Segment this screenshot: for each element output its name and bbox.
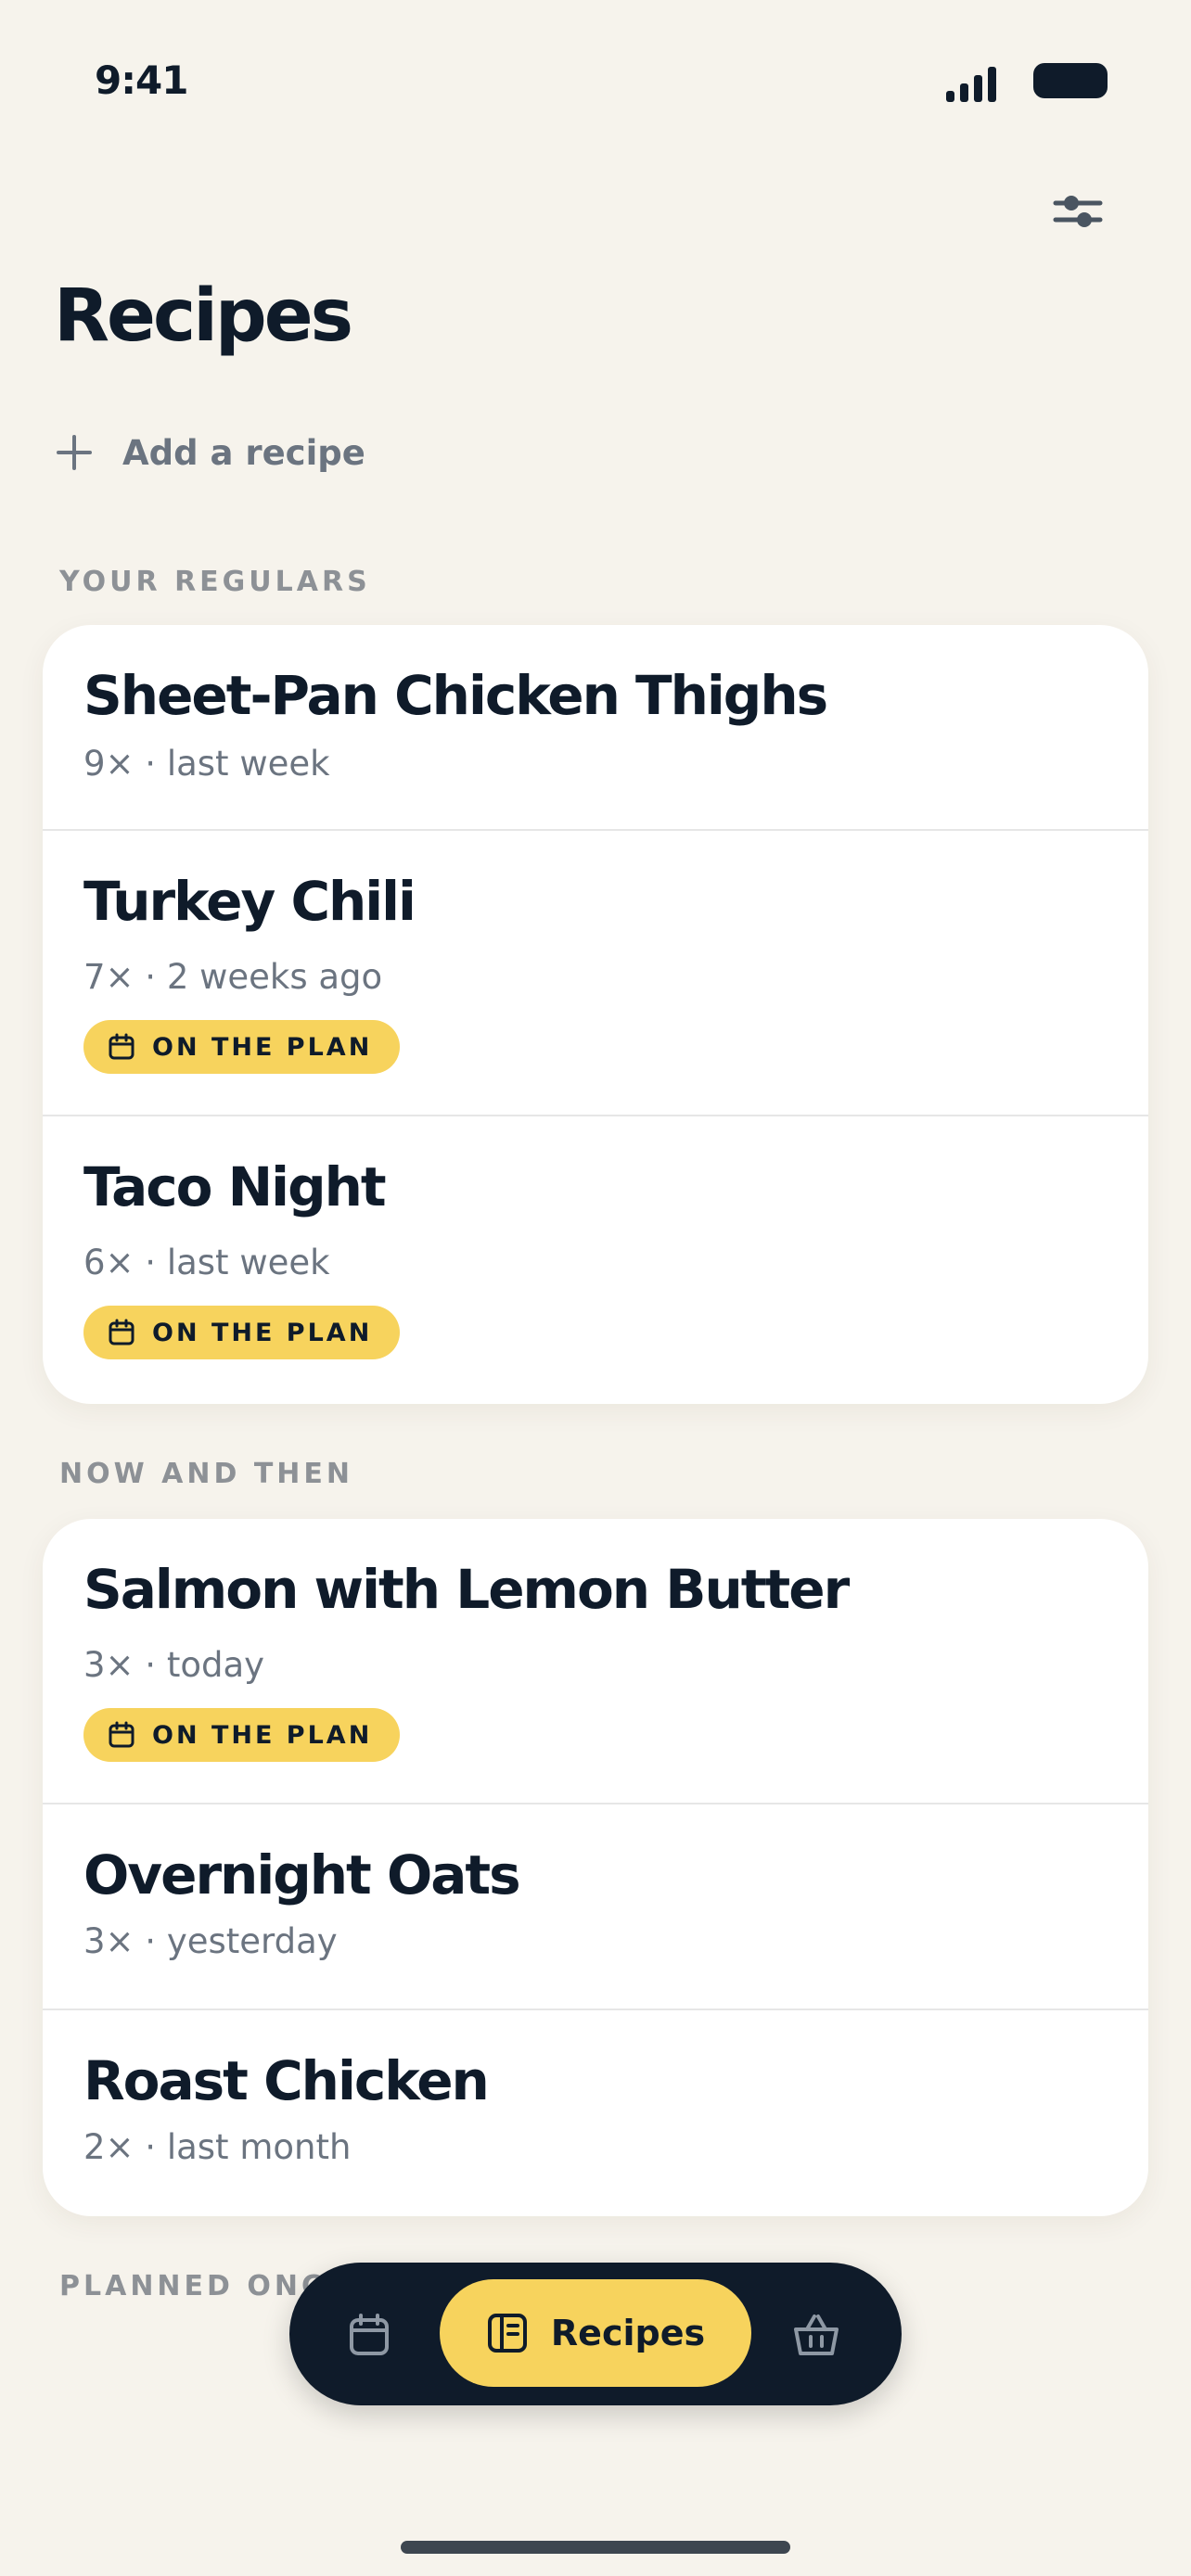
recipe-name: Overnight Oats: [83, 1843, 521, 1906]
home-indicator: [401, 2541, 790, 2554]
plus-icon: [57, 435, 92, 470]
basket-icon[interactable]: [792, 2311, 840, 2359]
recipe-row[interactable]: Roast Chicken 2× · last month: [43, 2010, 1148, 2216]
recipe-name: Turkey Chili: [83, 870, 416, 933]
recipe-row[interactable]: Salmon with Lemon Butter 3× · today ON T…: [43, 1519, 1148, 1804]
battery-icon: [1033, 63, 1108, 98]
badge-label: ON THE PLAN: [152, 1318, 373, 1347]
recipe-meta: 3× · today: [83, 1645, 265, 1685]
recipe-meta: 2× · last month: [83, 2127, 352, 2167]
add-recipe-button[interactable]: Add a recipe: [56, 427, 365, 478]
status-time: 9:41: [95, 57, 188, 103]
on-the-plan-badge: ON THE PLAN: [83, 1020, 401, 1074]
add-recipe-label: Add a recipe: [122, 432, 365, 473]
recipe-name: Taco Night: [83, 1155, 387, 1218]
recipe-name: Salmon with Lemon Butter: [83, 1558, 850, 1621]
tab-recipes-label: Recipes: [550, 2313, 706, 2353]
regulars-card: Sheet-Pan Chicken Thighs 9× · last week …: [43, 625, 1148, 1404]
recipe-meta: 3× · yesterday: [83, 1921, 338, 1961]
recipe-row[interactable]: Turkey Chili 7× · 2 weeks ago ON THE PLA…: [43, 831, 1148, 1116]
section-header-regulars: YOUR REGULARS: [59, 566, 371, 598]
book-icon: [487, 2314, 527, 2353]
on-the-plan-badge: ON THE PLAN: [83, 1306, 401, 1359]
recipe-meta: 9× · last week: [83, 744, 330, 784]
signal-icon: [946, 67, 996, 102]
calendar-icon: [109, 1721, 134, 1748]
page-title: Recipes: [54, 274, 353, 358]
status-bar: 9:41: [0, 0, 1191, 167]
calendar-icon: [109, 1319, 134, 1345]
now-and-then-card: Salmon with Lemon Butter 3× · today ON T…: [43, 1519, 1148, 2216]
recipe-name: Roast Chicken: [83, 2049, 490, 2112]
calendar-icon[interactable]: [347, 2313, 391, 2357]
calendar-icon: [109, 1033, 134, 1060]
badge-label: ON THE PLAN: [152, 1032, 373, 1062]
recipe-name: Sheet-Pan Chicken Thighs: [83, 664, 828, 727]
recipe-row[interactable]: Sheet-Pan Chicken Thighs 9× · last week: [43, 625, 1148, 831]
badge-label: ON THE PLAN: [152, 1720, 373, 1750]
recipe-row[interactable]: Overnight Oats 3× · yesterday: [43, 1804, 1148, 2010]
tab-bar: Recipes: [289, 2263, 902, 2405]
recipe-meta: 7× · 2 weeks ago: [83, 957, 383, 997]
on-the-plan-badge: ON THE PLAN: [83, 1708, 401, 1762]
section-header-now-and-then: NOW AND THEN: [59, 1458, 353, 1490]
tab-recipes[interactable]: Recipes: [440, 2279, 751, 2387]
filter-button[interactable]: [1048, 185, 1108, 237]
recipe-row[interactable]: Taco Night 6× · last week ON THE PLAN: [43, 1116, 1148, 1404]
sliders-icon: [1053, 196, 1103, 227]
recipe-meta: 6× · last week: [83, 1243, 330, 1282]
